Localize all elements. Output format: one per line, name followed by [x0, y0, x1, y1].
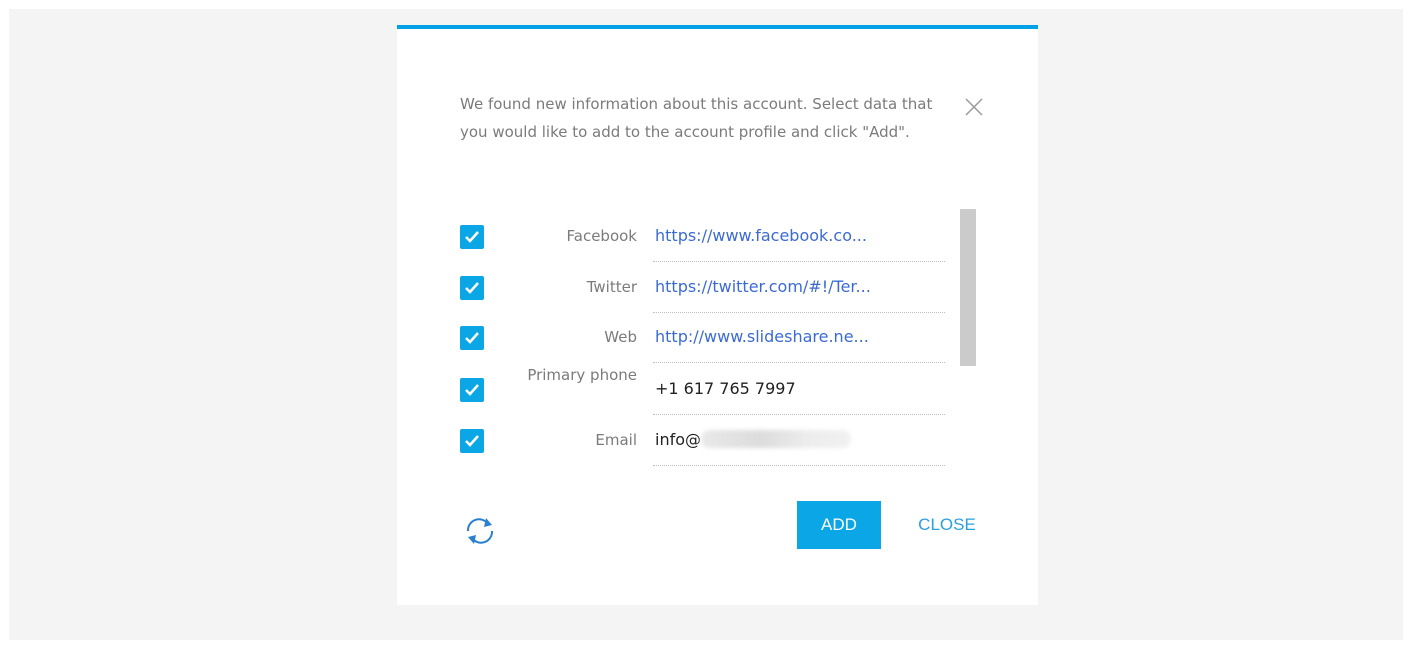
web-checkbox[interactable]: [460, 326, 484, 350]
field-label: Web: [604, 328, 637, 346]
enrichment-dialog: We found new information about this acco…: [397, 25, 1038, 605]
field-list: Facebook https://www.facebook.co... Twit…: [397, 205, 997, 475]
field-label: Primary phone: [527, 366, 637, 384]
field-divider: [653, 465, 945, 466]
dialog-message: We found new information about this acco…: [460, 95, 933, 141]
checkmark-icon: [465, 231, 479, 243]
add-button[interactable]: ADD: [797, 501, 881, 549]
checkmark-icon: [465, 384, 479, 396]
close-button[interactable]: CLOSE: [902, 501, 992, 549]
scrollbar[interactable]: [960, 209, 976, 366]
checkmark-icon: [465, 435, 479, 447]
email-checkbox[interactable]: [460, 429, 484, 453]
list-item-email: Email info@: [397, 409, 957, 466]
facebook-link[interactable]: https://www.facebook.co...: [655, 226, 917, 246]
field-label: Facebook: [566, 227, 637, 245]
list-item-web: Web http://www.slideshare.ne...: [397, 306, 957, 363]
field-label: Twitter: [586, 278, 637, 296]
twitter-link[interactable]: https://twitter.com/#!/Ter...: [655, 277, 917, 297]
refresh-icon[interactable]: [460, 514, 500, 548]
close-icon[interactable]: [963, 96, 985, 118]
redacted-email-domain: [701, 430, 852, 448]
email-value: info@: [655, 430, 917, 450]
list-item-facebook: Facebook https://www.facebook.co...: [397, 205, 957, 262]
twitter-checkbox[interactable]: [460, 276, 484, 300]
checkmark-icon: [465, 332, 479, 344]
facebook-checkbox[interactable]: [460, 225, 484, 249]
primary-phone-value: +1 617 765 7997: [655, 379, 796, 398]
email-prefix: info@: [655, 430, 702, 449]
list-item-primary-phone: Primary phone +1 617 765 7997: [397, 358, 957, 415]
primary-phone-checkbox[interactable]: [460, 378, 484, 402]
field-label: Email: [595, 431, 637, 449]
web-link[interactable]: http://www.slideshare.ne...: [655, 327, 917, 347]
checkmark-icon: [465, 282, 479, 294]
list-item-twitter: Twitter https://twitter.com/#!/Ter...: [397, 256, 957, 313]
